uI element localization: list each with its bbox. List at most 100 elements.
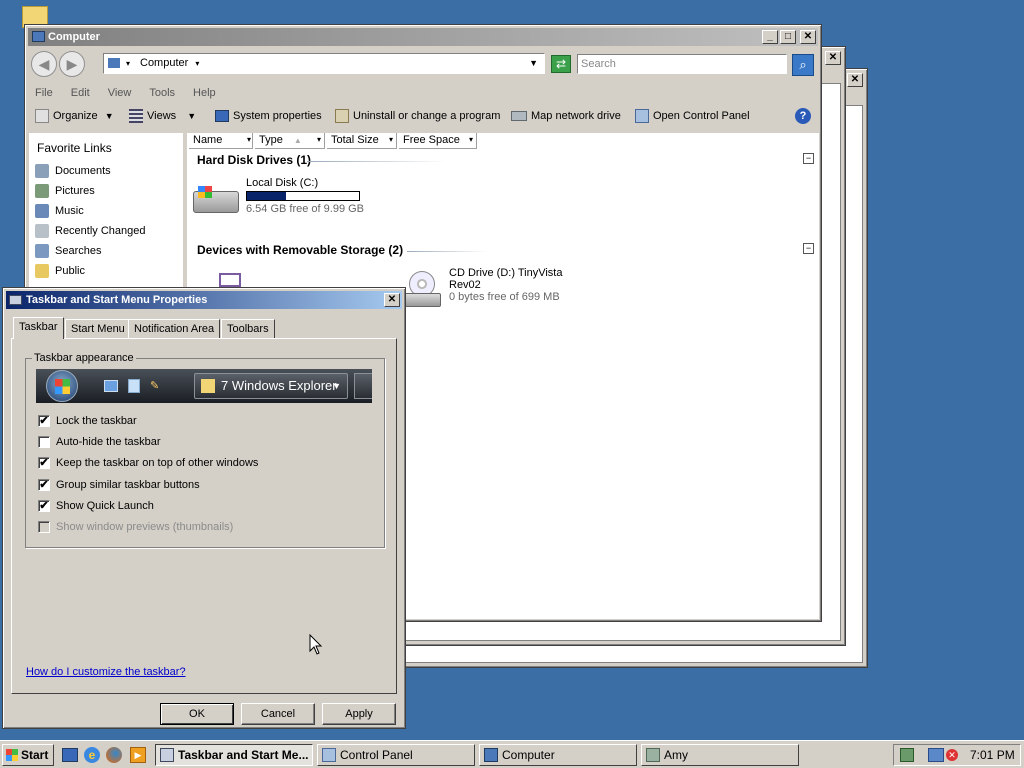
network-icon[interactable] — [928, 748, 944, 762]
menu-edit[interactable]: Edit — [71, 87, 90, 99]
explorer-titlebar[interactable]: Computer _ □ ✕ — [28, 28, 818, 46]
help-link[interactable]: How do I customize the taskbar? — [26, 666, 186, 678]
close-button[interactable]: ✕ — [800, 30, 816, 44]
task-taskbar-properties[interactable]: Taskbar and Start Me... — [155, 744, 313, 766]
favorite-music[interactable]: Music — [35, 201, 84, 221]
system-properties-button[interactable]: System properties — [215, 105, 322, 127]
window-title: Computer — [48, 31, 100, 43]
chevron-down-icon[interactable]: ▾ — [317, 135, 321, 144]
start-button[interactable]: Start — [2, 744, 54, 766]
favorite-pictures[interactable]: Pictures — [35, 181, 95, 201]
hard-disk-icon — [193, 186, 239, 213]
uninstall-button[interactable]: Uninstall or change a program — [335, 105, 500, 127]
favorites-pane: Favorite Links Documents Pictures Music … — [29, 133, 183, 293]
mouse-cursor-icon — [309, 634, 323, 655]
music-icon — [35, 204, 49, 219]
tab-taskbar[interactable]: Taskbar — [13, 317, 64, 339]
group-buttons-checkbox[interactable]: ✔ — [38, 479, 50, 491]
show-desktop-icon — [104, 380, 118, 392]
address-dropdown-icon[interactable]: ▼ — [529, 54, 538, 73]
close-button[interactable]: ✕ — [384, 293, 400, 307]
column-type[interactable]: Type ▲ — [255, 133, 325, 149]
cancel-button[interactable]: Cancel — [241, 703, 315, 725]
maximize-button[interactable]: □ — [780, 30, 796, 44]
favorite-documents[interactable]: Documents — [35, 161, 111, 181]
disk-usage-bar — [246, 191, 360, 201]
taskbar-properties-dialog[interactable]: Taskbar and Start Menu Properties ✕ Task… — [2, 287, 406, 729]
show-desktop-icon[interactable] — [62, 748, 78, 762]
group-hard-disks[interactable]: Hard Disk Drives (1) — [197, 153, 311, 167]
disk-usage-fill — [247, 192, 287, 200]
tab-start-menu[interactable]: Start Menu — [65, 319, 131, 339]
open-control-panel-button[interactable]: Open Control Panel — [635, 105, 750, 127]
keep-on-top-checkbox[interactable]: ✔ — [38, 457, 50, 469]
chevron-down-icon[interactable]: ▾ — [247, 135, 251, 144]
internet-explorer-icon[interactable]: e — [84, 747, 100, 763]
lock-taskbar-checkbox[interactable]: ✔ — [38, 415, 50, 427]
auto-hide-label: Auto-hide the taskbar — [56, 436, 161, 448]
tab-notification-area[interactable]: Notification Area — [128, 319, 221, 339]
favorite-public[interactable]: Public — [35, 261, 85, 281]
menu-tools[interactable]: Tools — [149, 87, 175, 99]
clock[interactable]: 7:01 PM — [970, 748, 1015, 762]
volume-muted-icon[interactable]: ✕ — [946, 749, 958, 761]
menu-help[interactable]: Help — [193, 87, 216, 99]
collapse-icon[interactable]: − — [803, 153, 814, 164]
command-bar: Organize ▼ Views ▼ System properties Uni… — [29, 105, 817, 129]
group-label: Taskbar appearance — [34, 352, 134, 364]
column-free-space[interactable]: Free Space — [399, 133, 477, 149]
refresh-button[interactable]: ⇄ — [551, 55, 571, 73]
chevron-down-icon[interactable]: ▾ — [469, 135, 473, 144]
menu-view[interactable]: View — [108, 87, 132, 99]
programs-icon — [335, 109, 349, 124]
auto-hide-checkbox[interactable] — [38, 436, 50, 448]
help-icon[interactable]: ? — [795, 108, 811, 124]
local-disk-name: Local Disk (C:) — [246, 177, 319, 189]
local-disk-free: 6.54 GB free of 9.99 GB — [246, 203, 365, 215]
cd-drive-item[interactable]: CD Drive (D:) TinyVista Rev02 0 bytes fr… — [403, 267, 603, 315]
task-amy[interactable]: Amy — [641, 744, 799, 766]
media-player-icon[interactable]: ▶ — [130, 747, 146, 763]
public-folder-icon — [35, 264, 49, 279]
column-total-size[interactable]: Total Size — [327, 133, 397, 149]
cd-drive-name: CD Drive (D:) TinyVista — [449, 267, 563, 279]
search-button[interactable]: ⌕ — [792, 54, 814, 76]
organize-icon — [35, 109, 49, 124]
menu-bar: File Edit View Tools Help — [35, 85, 234, 101]
minimize-button[interactable]: _ — [762, 30, 778, 44]
floppy-drive-icon[interactable] — [219, 273, 241, 287]
favorite-searches[interactable]: Searches — [35, 241, 101, 261]
organize-button[interactable]: Organize ▼ — [35, 105, 114, 127]
back-button[interactable]: ◀ — [31, 51, 57, 77]
security-center-icon[interactable] — [900, 748, 914, 762]
dialog-titlebar[interactable]: Taskbar and Start Menu Properties ✕ — [6, 291, 402, 309]
chevron-down-icon: ▼ — [104, 111, 114, 121]
system-tray: ✕ 7:01 PM — [893, 744, 1021, 766]
control-panel-icon — [322, 748, 336, 762]
local-disk-item[interactable]: Local Disk (C:) 6.54 GB free of 9.99 GB — [193, 175, 393, 227]
tab-toolbars[interactable]: Toolbars — [221, 319, 275, 339]
collapse-icon[interactable]: − — [803, 243, 814, 254]
address-bar[interactable]: ▾ Computer ▾ ▼ — [103, 53, 545, 74]
close-icon[interactable]: ✕ — [825, 51, 841, 65]
task-computer[interactable]: Computer — [479, 744, 637, 766]
menu-file[interactable]: File — [35, 87, 53, 99]
chevron-down-icon: ▼ — [187, 111, 197, 121]
task-control-panel[interactable]: Control Panel — [317, 744, 475, 766]
preview-explorer-button: 7 Windows Explorer ▼ — [194, 373, 348, 399]
favorite-recently-changed[interactable]: Recently Changed — [35, 221, 146, 241]
firefox-icon[interactable] — [106, 747, 122, 763]
forward-button[interactable]: ▶ — [59, 51, 85, 77]
apply-button[interactable]: Apply — [322, 703, 396, 725]
chevron-down-icon: ▼ — [332, 381, 341, 391]
close-icon[interactable]: ✕ — [847, 73, 863, 87]
column-name[interactable]: Name — [189, 133, 253, 149]
ok-button[interactable]: OK — [160, 703, 234, 725]
map-network-drive-button[interactable]: Map network drive — [511, 105, 621, 127]
chevron-down-icon[interactable]: ▾ — [389, 135, 393, 144]
quick-launch: e ▶ — [60, 747, 150, 765]
views-button[interactable]: Views ▼ — [129, 105, 196, 127]
group-removable[interactable]: Devices with Removable Storage (2) — [197, 243, 403, 257]
quick-launch-checkbox[interactable]: ✔ — [38, 500, 50, 512]
search-input[interactable]: Search — [577, 54, 787, 74]
